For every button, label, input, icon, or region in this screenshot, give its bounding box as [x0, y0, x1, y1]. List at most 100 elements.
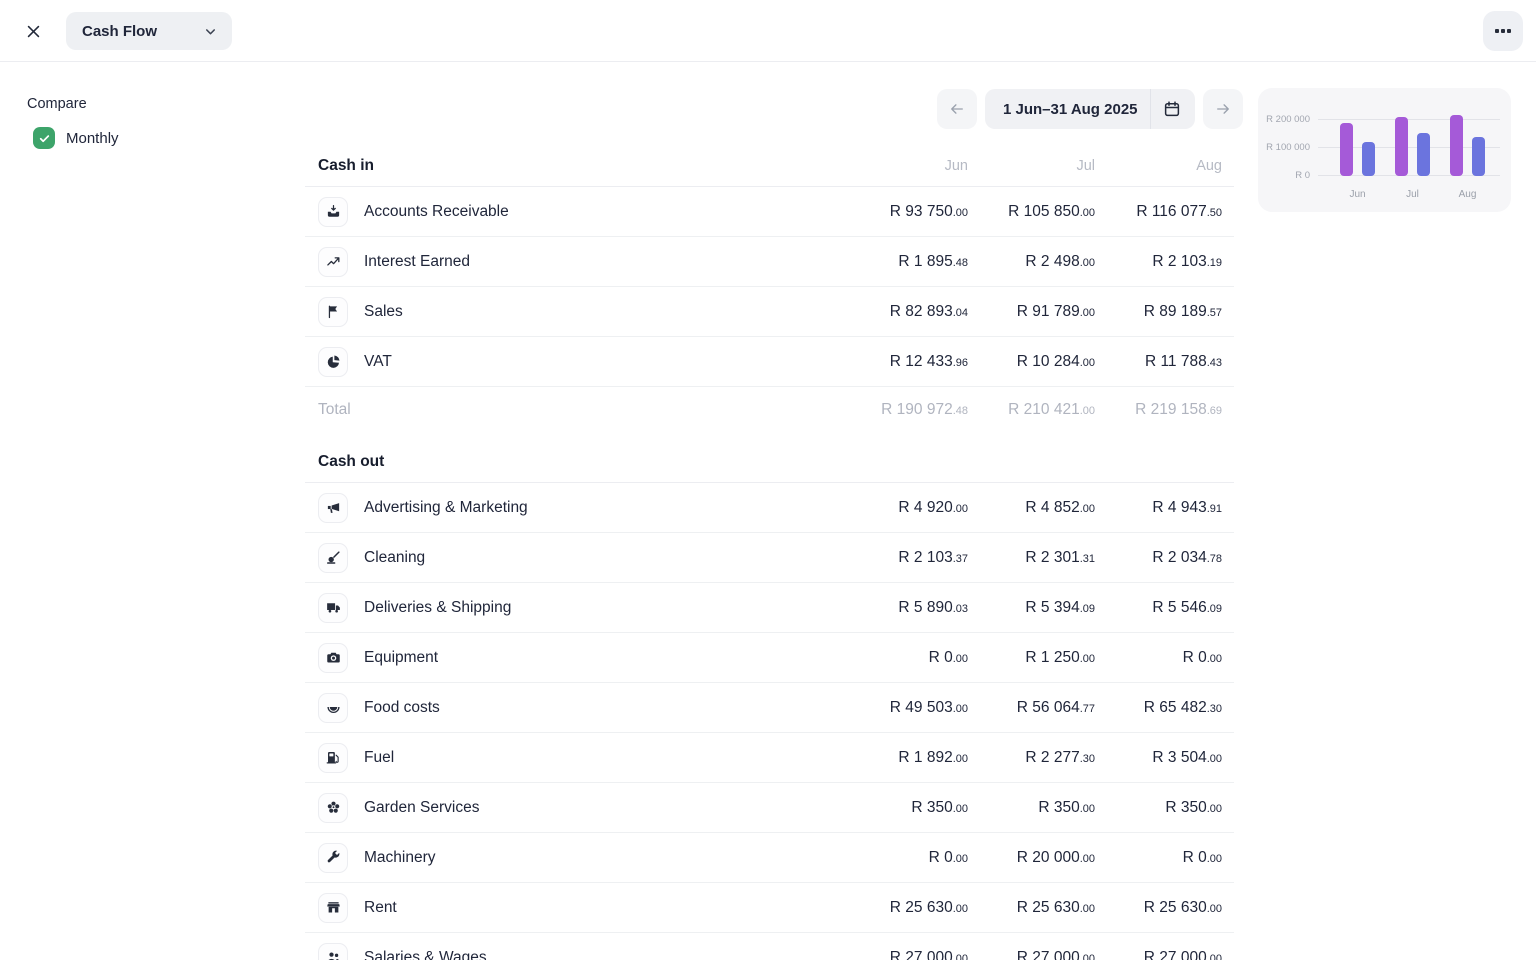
next-period-button[interactable]	[1203, 89, 1243, 129]
amount-cell: R 89 189.57	[1095, 303, 1222, 321]
column-header-aug: Aug	[1095, 158, 1222, 174]
megaphone-icon	[318, 493, 348, 523]
mini-chart-x-tick-label: Jul	[1393, 189, 1433, 200]
amount-cell: R 2 103.19	[1095, 253, 1222, 271]
row-label: Cleaning	[364, 549, 425, 567]
chevron-down-icon	[203, 24, 218, 39]
users-icon	[318, 943, 348, 960]
monthly-checkbox[interactable]	[33, 127, 55, 149]
mini-chart-bar-cash-out-aug	[1472, 137, 1485, 176]
amount-cell: R 56 064.77	[968, 699, 1095, 717]
flower-icon	[318, 793, 348, 823]
more-options-button[interactable]	[1483, 11, 1523, 51]
mini-chart-bar-cash-in-jul	[1395, 117, 1408, 176]
amount-cell: R 27 000.00	[1095, 949, 1222, 960]
cash-flow-table: Cash inJunJulAug Accounts Receivable R 93 …	[305, 146, 1234, 960]
amount-cell: R 25 630.00	[1095, 899, 1222, 917]
amount-cell: R 25 630.00	[968, 899, 1095, 917]
mini-chart: R 0R 100 000R 200 000JunJulAug	[1258, 88, 1511, 212]
row-label: Sales	[364, 303, 403, 321]
table-row-machinery[interactable]: MachineryR 0.00R 20 000.00R 0.00	[305, 833, 1234, 883]
amount-cell: R 1 895.48	[841, 253, 968, 271]
flag-icon	[318, 297, 348, 327]
amount-cell: R 2 103.37	[841, 549, 968, 567]
amount-cell: R 91 789.00	[968, 303, 1095, 321]
compare-option-monthly[interactable]: Monthly	[33, 127, 119, 149]
mini-chart-bar-cash-in-aug	[1450, 115, 1463, 176]
close-button[interactable]	[24, 22, 42, 40]
mini-chart-bar-cash-out-jul	[1417, 133, 1430, 176]
amount-cell: R 5 394.09	[968, 599, 1095, 617]
amount-cell: R 27 000.00	[968, 949, 1095, 960]
table-row-deliveries-shipping[interactable]: Deliveries & Shipping R 5 890.03R 5 394.0…	[305, 583, 1234, 633]
report-picker-dropdown[interactable]: Cash Flow	[66, 12, 232, 50]
amount-cell: R 93 750.00	[841, 203, 968, 221]
mini-chart-y-tick-label: R 200 000	[1264, 115, 1310, 125]
table-row-salaries-wages[interactable]: Salaries & WagesR 27 000.00R 27 000.00R …	[305, 933, 1234, 960]
amount-cell: R 0.00	[1095, 849, 1222, 867]
close-icon	[25, 23, 42, 40]
table-row-vat[interactable]: VATR 12 433.96R 10 284.00R 11 788.43	[305, 337, 1234, 387]
amount-cell: R 1 250.00	[968, 649, 1095, 667]
amount-cell: R 10 284.00	[968, 353, 1095, 371]
amount-cell: R 25 630.00	[841, 899, 968, 917]
row-label: Interest Earned	[364, 253, 470, 271]
row-label: Deliveries & Shipping	[364, 599, 511, 617]
section-title: Cash in	[318, 157, 841, 175]
date-range-label: 1 Jun–31 Aug 2025	[1003, 101, 1138, 118]
amount-cell: R 20 000.00	[968, 849, 1095, 867]
arrow-left-icon	[948, 100, 966, 118]
amount-cell: R 2 301.31	[968, 549, 1095, 567]
trend-up-icon	[318, 247, 348, 277]
total-row: TotalR 190 972.48R 210 421.00R 219 158.6…	[305, 387, 1234, 432]
amount-cell: R 2 498.00	[968, 253, 1095, 271]
row-label: VAT	[364, 353, 392, 371]
table-row-rent[interactable]: RentR 25 630.00R 25 630.00R 25 630.00	[305, 883, 1234, 933]
amount-cell: R 2 034.78	[1095, 549, 1222, 567]
table-row-advertising-marketing[interactable]: Advertising & MarketingR 4 920.00R 4 852…	[305, 483, 1234, 533]
amount-cell: R 4 943.91	[1095, 499, 1222, 517]
table-row-garden-services[interactable]: Garden ServicesR 350.00R 350.00R 350.00	[305, 783, 1234, 833]
amount-cell: R 350.00	[841, 799, 968, 817]
table-row-sales[interactable]: Sales R 82 893.04R 91 789.00R 89 189.57	[305, 287, 1234, 337]
date-range-button[interactable]: 1 Jun–31 Aug 2025	[985, 89, 1195, 129]
amount-cell: R 65 482.30	[1095, 699, 1222, 717]
table-row-equipment[interactable]: EquipmentR 0.00R 1 250.00R 0.00	[305, 633, 1234, 683]
mini-chart-bar-cash-in-jun	[1340, 123, 1353, 176]
report-picker-label: Cash Flow	[82, 23, 157, 40]
section-cash-in: Cash inJunJulAug Accounts Receivable R 93 …	[305, 146, 1234, 432]
previous-period-button[interactable]	[937, 89, 977, 129]
table-row-cleaning[interactable]: Cleaning R 2 103.37R 2 301.31R 2 034.78	[305, 533, 1234, 583]
table-row-interest-earned[interactable]: Interest Earned R 1 895.48R 2 498.00R 2 1…	[305, 237, 1234, 287]
mini-chart-gridline	[1318, 119, 1500, 120]
amount-cell: R 5 890.03	[841, 599, 968, 617]
wrench-icon	[318, 843, 348, 873]
table-row-food-costs[interactable]: Food costsR 49 503.00R 56 064.77R 65 482…	[305, 683, 1234, 733]
mini-chart-y-tick-label: R 100 000	[1264, 143, 1310, 153]
amount-cell: R 0.00	[841, 649, 968, 667]
mini-chart-bar-cash-out-jun	[1362, 142, 1375, 176]
mini-chart-y-tick-label: R 0	[1264, 171, 1310, 181]
column-header-jul: Jul	[968, 158, 1095, 174]
check-icon	[38, 132, 51, 145]
row-label: Accounts Receivable	[364, 203, 509, 221]
section-header-cash-in: Cash inJunJulAug	[305, 146, 1234, 187]
mini-chart-x-tick-label: Jun	[1338, 189, 1378, 200]
calendar-icon	[1163, 100, 1181, 118]
vacuum-icon	[318, 543, 348, 573]
row-label: Equipment	[364, 649, 438, 667]
table-row-fuel[interactable]: FuelR 1 892.00R 2 277.30R 3 504.00	[305, 733, 1234, 783]
inbox-in-icon	[318, 197, 348, 227]
arrow-right-icon	[1214, 100, 1232, 118]
row-label: Food costs	[364, 699, 440, 717]
compare-label: Compare	[27, 96, 87, 112]
date-navigation: 1 Jun–31 Aug 2025	[937, 89, 1243, 129]
amount-cell: R 82 893.04	[841, 303, 968, 321]
column-header-jun: Jun	[841, 158, 968, 174]
melon-icon	[318, 693, 348, 723]
ellipsis-icon	[1495, 29, 1511, 33]
total-label: Total	[318, 401, 351, 419]
amount-cell: R 1 892.00	[841, 749, 968, 767]
row-label: Machinery	[364, 849, 436, 867]
table-row-accounts-receivable[interactable]: Accounts ReceivableR 93 750.00R 105 850.…	[305, 187, 1234, 237]
